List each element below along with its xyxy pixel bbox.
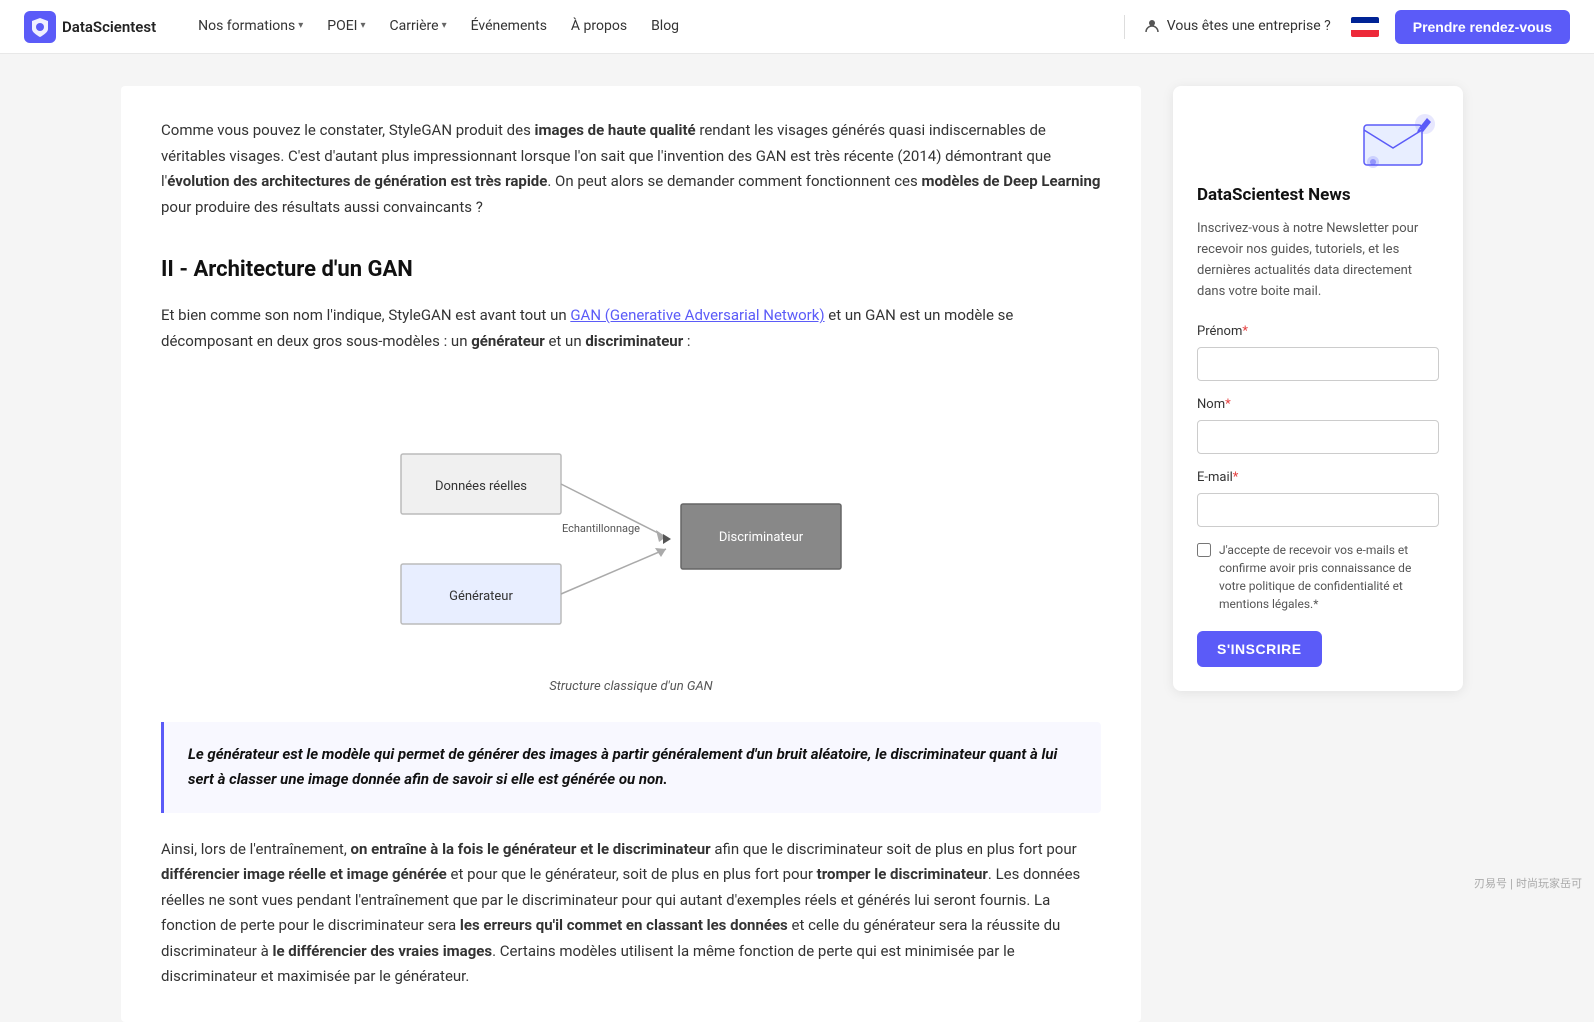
nav-links: Nos formations ▾ POEI ▾ Carrière ▾ Événe… — [188, 9, 1116, 43]
prenom-group: Prénom* — [1197, 322, 1439, 381]
intro-paragraph: Comme vous pouvez le constater, StyleGAN… — [161, 118, 1101, 220]
bold-conclusion-4: les erreurs qu'il commet en classant les… — [460, 916, 788, 934]
page-layout: Comme vous pouvez le constater, StyleGAN… — [97, 54, 1497, 1022]
gan-link[interactable]: GAN (Generative Adversarial Network) — [570, 306, 824, 324]
section-title: II - Architecture d'un GAN — [161, 252, 1101, 287]
navbar: DataScientest Nos formations ▾ POEI ▾ Ca… — [0, 0, 1594, 54]
nom-input[interactable] — [1197, 420, 1439, 454]
diagram-svg-wrapper: Données réelles Générateur Discriminateu… — [355, 378, 907, 667]
nav-item-evenements[interactable]: Événements — [461, 9, 557, 43]
svg-text:Echantillonnage: Echantillonnage — [562, 522, 640, 535]
bold-conclusion-2: différencier image réelle et image génér… — [161, 865, 447, 883]
bold-conclusion-5: le différencier des vraies images — [273, 942, 493, 960]
newsletter-desc: Inscrivez-vous à notre Newsletter pour r… — [1197, 219, 1439, 302]
bold-evolution: évolution des architectures de génératio… — [167, 172, 547, 190]
nav-item-formations[interactable]: Nos formations ▾ — [188, 9, 313, 43]
chevron-down-icon: ▾ — [298, 18, 303, 34]
nav-item-carriere[interactable]: Carrière ▾ — [380, 9, 457, 43]
logo-link[interactable]: DataScientest — [24, 11, 156, 43]
bold-discriminateur: discriminateur — [585, 332, 683, 350]
cta-button[interactable]: Prendre rendez-vous — [1395, 10, 1570, 44]
enterprise-icon — [1143, 17, 1161, 35]
bold-generateur: générateur — [471, 332, 545, 350]
nav-item-apropos[interactable]: À propos — [561, 9, 637, 43]
svg-text:Générateur: Générateur — [449, 589, 513, 604]
nom-group: Nom* — [1197, 395, 1439, 454]
subscribe-button[interactable]: S'INSCRIRE — [1197, 631, 1322, 667]
bold-deeplearning: modèles de Deep Learning — [921, 172, 1100, 190]
svg-text:Discriminateur: Discriminateur — [719, 530, 804, 545]
section-intro: Et bien comme son nom l'indique, StyleGA… — [161, 303, 1101, 354]
conclusion-paragraph: Ainsi, lors de l'entraînement, on entraî… — [161, 837, 1101, 990]
newsletter-icon-area — [1197, 110, 1439, 174]
diagram-caption: Structure classique d'un GAN — [549, 677, 712, 698]
logo-icon — [24, 11, 56, 43]
consent-label: J'accepte de recevoir vos e-mails et con… — [1219, 541, 1439, 613]
blockquote-text: Le générateur est le modèle qui permet d… — [188, 742, 1077, 793]
nom-label: Nom* — [1197, 395, 1439, 416]
nav-item-poei[interactable]: POEI ▾ — [317, 9, 375, 43]
newsletter-card: DataScientest News Inscrivez-vous à notr… — [1173, 86, 1463, 691]
nav-item-blog[interactable]: Blog — [641, 9, 689, 43]
chevron-down-icon: ▾ — [360, 18, 365, 34]
bold-images: images de haute qualité — [535, 121, 696, 139]
nav-divider — [1124, 15, 1125, 39]
enterprise-button[interactable]: Vous êtes une entreprise ? — [1133, 9, 1341, 43]
checkbox-group: J'accepte de recevoir vos e-mails et con… — [1197, 541, 1439, 613]
email-label: E-mail* — [1197, 468, 1439, 489]
main-content: Comme vous pouvez le constater, StyleGAN… — [121, 86, 1141, 1022]
watermark: 刃易号 | 时尚玩家岳可 — [1474, 876, 1582, 894]
chevron-down-icon: ▾ — [442, 18, 447, 34]
newsletter-icon — [1359, 110, 1439, 174]
bold-conclusion-3: tromper le discriminateur — [817, 865, 988, 883]
sidebar: DataScientest News Inscrivez-vous à notr… — [1173, 86, 1463, 1022]
diagram-container: Données réelles Générateur Discriminateu… — [161, 378, 1101, 698]
email-group: E-mail* — [1197, 468, 1439, 527]
bold-conclusion-1: on entraîne à la fois le générateur et l… — [351, 840, 711, 858]
consent-checkbox[interactable] — [1197, 543, 1211, 557]
prenom-label: Prénom* — [1197, 322, 1439, 343]
blockquote: Le générateur est le modèle qui permet d… — [161, 722, 1101, 813]
prenom-input[interactable] — [1197, 347, 1439, 381]
language-flag-fr[interactable] — [1351, 17, 1379, 37]
svg-text:Données réelles: Données réelles — [435, 479, 527, 494]
email-input[interactable] — [1197, 493, 1439, 527]
newsletter-title: DataScientest News — [1197, 182, 1439, 209]
logo-text: DataScientest — [62, 15, 156, 39]
gan-diagram: Données réelles Générateur Discriminateu… — [371, 394, 891, 644]
